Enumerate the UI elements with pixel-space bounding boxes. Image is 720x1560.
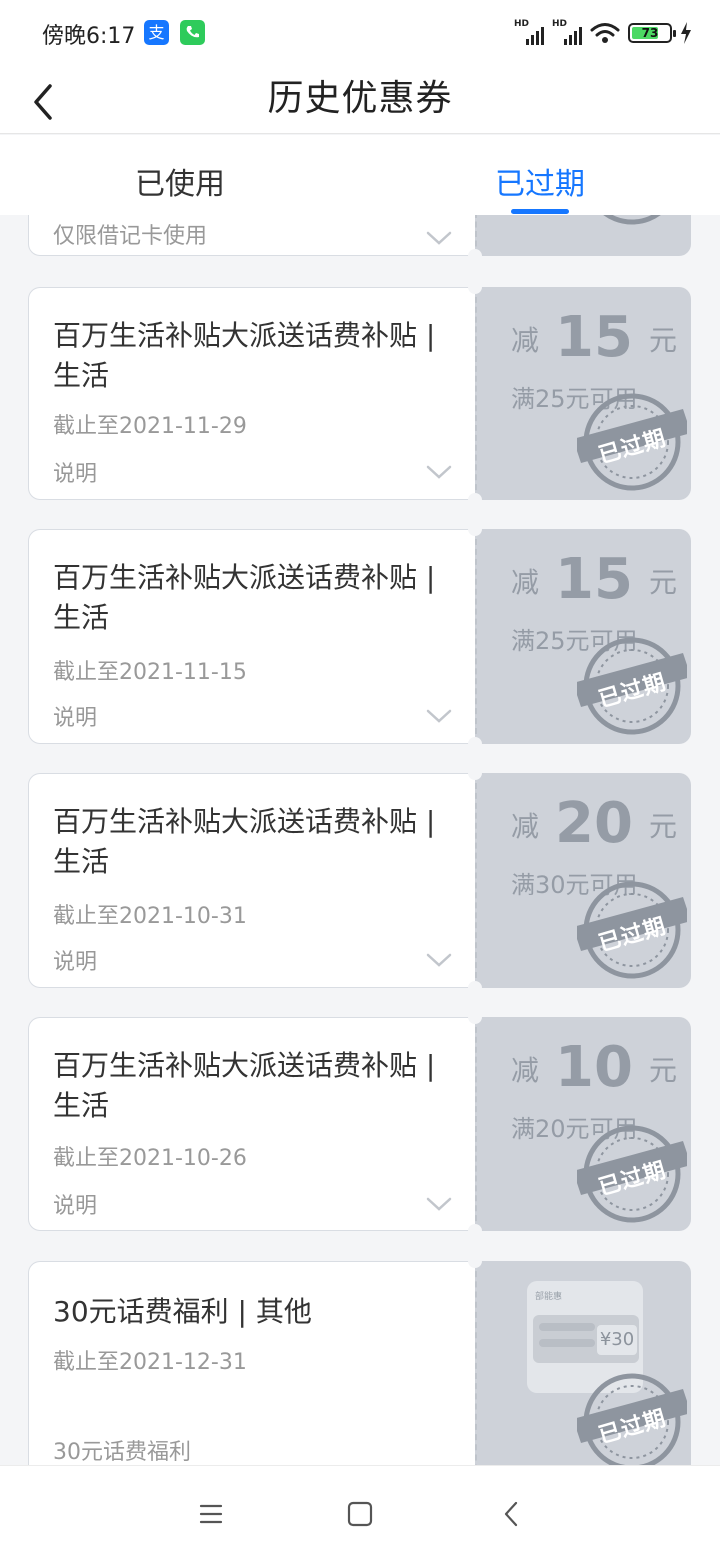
chevron-down-icon[interactable] [425,708,453,724]
coupon-card[interactable]: 百万生活补贴大派送话费补贴 | 生活 截止至2021-10-31 说明 减 20 元… [28,766,691,995]
coupon-card[interactable]: 百万生活补贴大派送话费补贴 | 生活 截止至2021-11-15 说明 减 15 元… [28,522,691,751]
coupon-card[interactable]: 百万生活补贴大派送话费补贴 | 生活 截止至2021-11-29 说明 减 15 元… [28,280,691,507]
thumbnail-value: ¥30 [597,1325,637,1355]
coupon-title: 百万生活补贴大派送话费补贴 | 生活 [53,561,436,634]
coupon-title: 百万生活补贴大派送话费补贴 | 生活 [53,1049,436,1122]
coupon-expiry-date: 截止至2021-11-15 [53,660,247,685]
coupon-expiry-date: 截止至2021-11-29 [53,414,247,439]
menu-icon[interactable] [191,1494,231,1534]
coupon-desc-label: 说明 [53,1194,98,1219]
coupon-amount: 减 20 元 [511,791,677,856]
thumbnail-brand: 部能惠 [535,1292,563,1302]
back-icon[interactable] [492,1494,532,1534]
battery-icon: 73 [628,23,676,43]
tab-used[interactable]: 已使用 [80,159,280,203]
coupon-card[interactable]: 30元话费福利 | 其他 截止至2021-12-31 30元话费福利 部能惠 ¥… [28,1254,691,1465]
signal-icon: HD [552,19,582,45]
coupon-title: 百万生活补贴大派送话费补贴 | 生活 [53,805,436,878]
coupon-amount: 减 15 元 [511,547,677,612]
coupon-list[interactable]: 仅限借记卡使用 百万生活补贴大派送话费补贴 | 生活 截止至2021-11-29… [0,215,720,1465]
coupon-desc-label: 说明 [53,462,98,487]
status-icons: HD HD 73 [514,19,692,46]
expired-stamp [603,215,661,225]
coupon-desc: 30元话费福利 [53,1440,191,1465]
battery-level: 73 [641,26,659,40]
tab-bar: 已使用 已过期 [0,135,720,215]
chevron-down-icon[interactable] [425,464,453,480]
coupon-desc-label: 说明 [53,950,98,975]
chevron-down-icon[interactable] [425,230,453,246]
coupon-card[interactable]: 仅限借记卡使用 [28,215,691,263]
alipay-icon: 支 [144,20,169,45]
tab-active-indicator [511,209,569,214]
page-title: 历史优惠券 [267,78,453,119]
coupon-amount: 减 10 元 [511,1035,677,1100]
coupon-expiry-date: 截止至2021-10-26 [53,1146,247,1171]
coupon-title: 30元话费福利 | 其他 [53,1295,312,1328]
system-nav-bar [0,1465,720,1560]
expired-stamp: 已过期 [573,387,691,497]
chevron-down-icon[interactable] [425,1196,453,1212]
expired-stamp: 已过期 [573,1119,691,1229]
expired-stamp: 已过期 [573,875,691,985]
charging-icon [681,22,691,44]
coupon-expiry-date: 截止至2021-12-31 [53,1350,247,1375]
wifi-icon [590,23,620,43]
status-bar: 傍晚6:17 支 HD HD 73 [0,0,720,66]
home-icon[interactable] [340,1494,380,1534]
tab-expired[interactable]: 已过期 [440,159,640,203]
expired-stamp: 已过期 [573,1367,691,1465]
status-time: 傍晚6:17 [42,24,136,49]
coupon-card[interactable]: 百万生活补贴大派送话费补贴 | 生活 截止至2021-10-26 说明 减 10 元… [28,1010,691,1238]
header: 历史优惠券 [0,66,720,134]
signal-icon: HD [514,19,544,45]
coupon-amount: 减 15 元 [511,305,677,370]
coupon-desc-label: 说明 [53,706,98,731]
coupon-title: 百万生活补贴大派送话费补贴 | 生活 [53,319,436,392]
expired-stamp: 已过期 [573,631,691,741]
coupon-desc: 仅限借记卡使用 [53,224,208,249]
chevron-down-icon[interactable] [425,952,453,968]
coupon-expiry-date: 截止至2021-10-31 [53,904,247,929]
phone-icon [180,20,205,45]
